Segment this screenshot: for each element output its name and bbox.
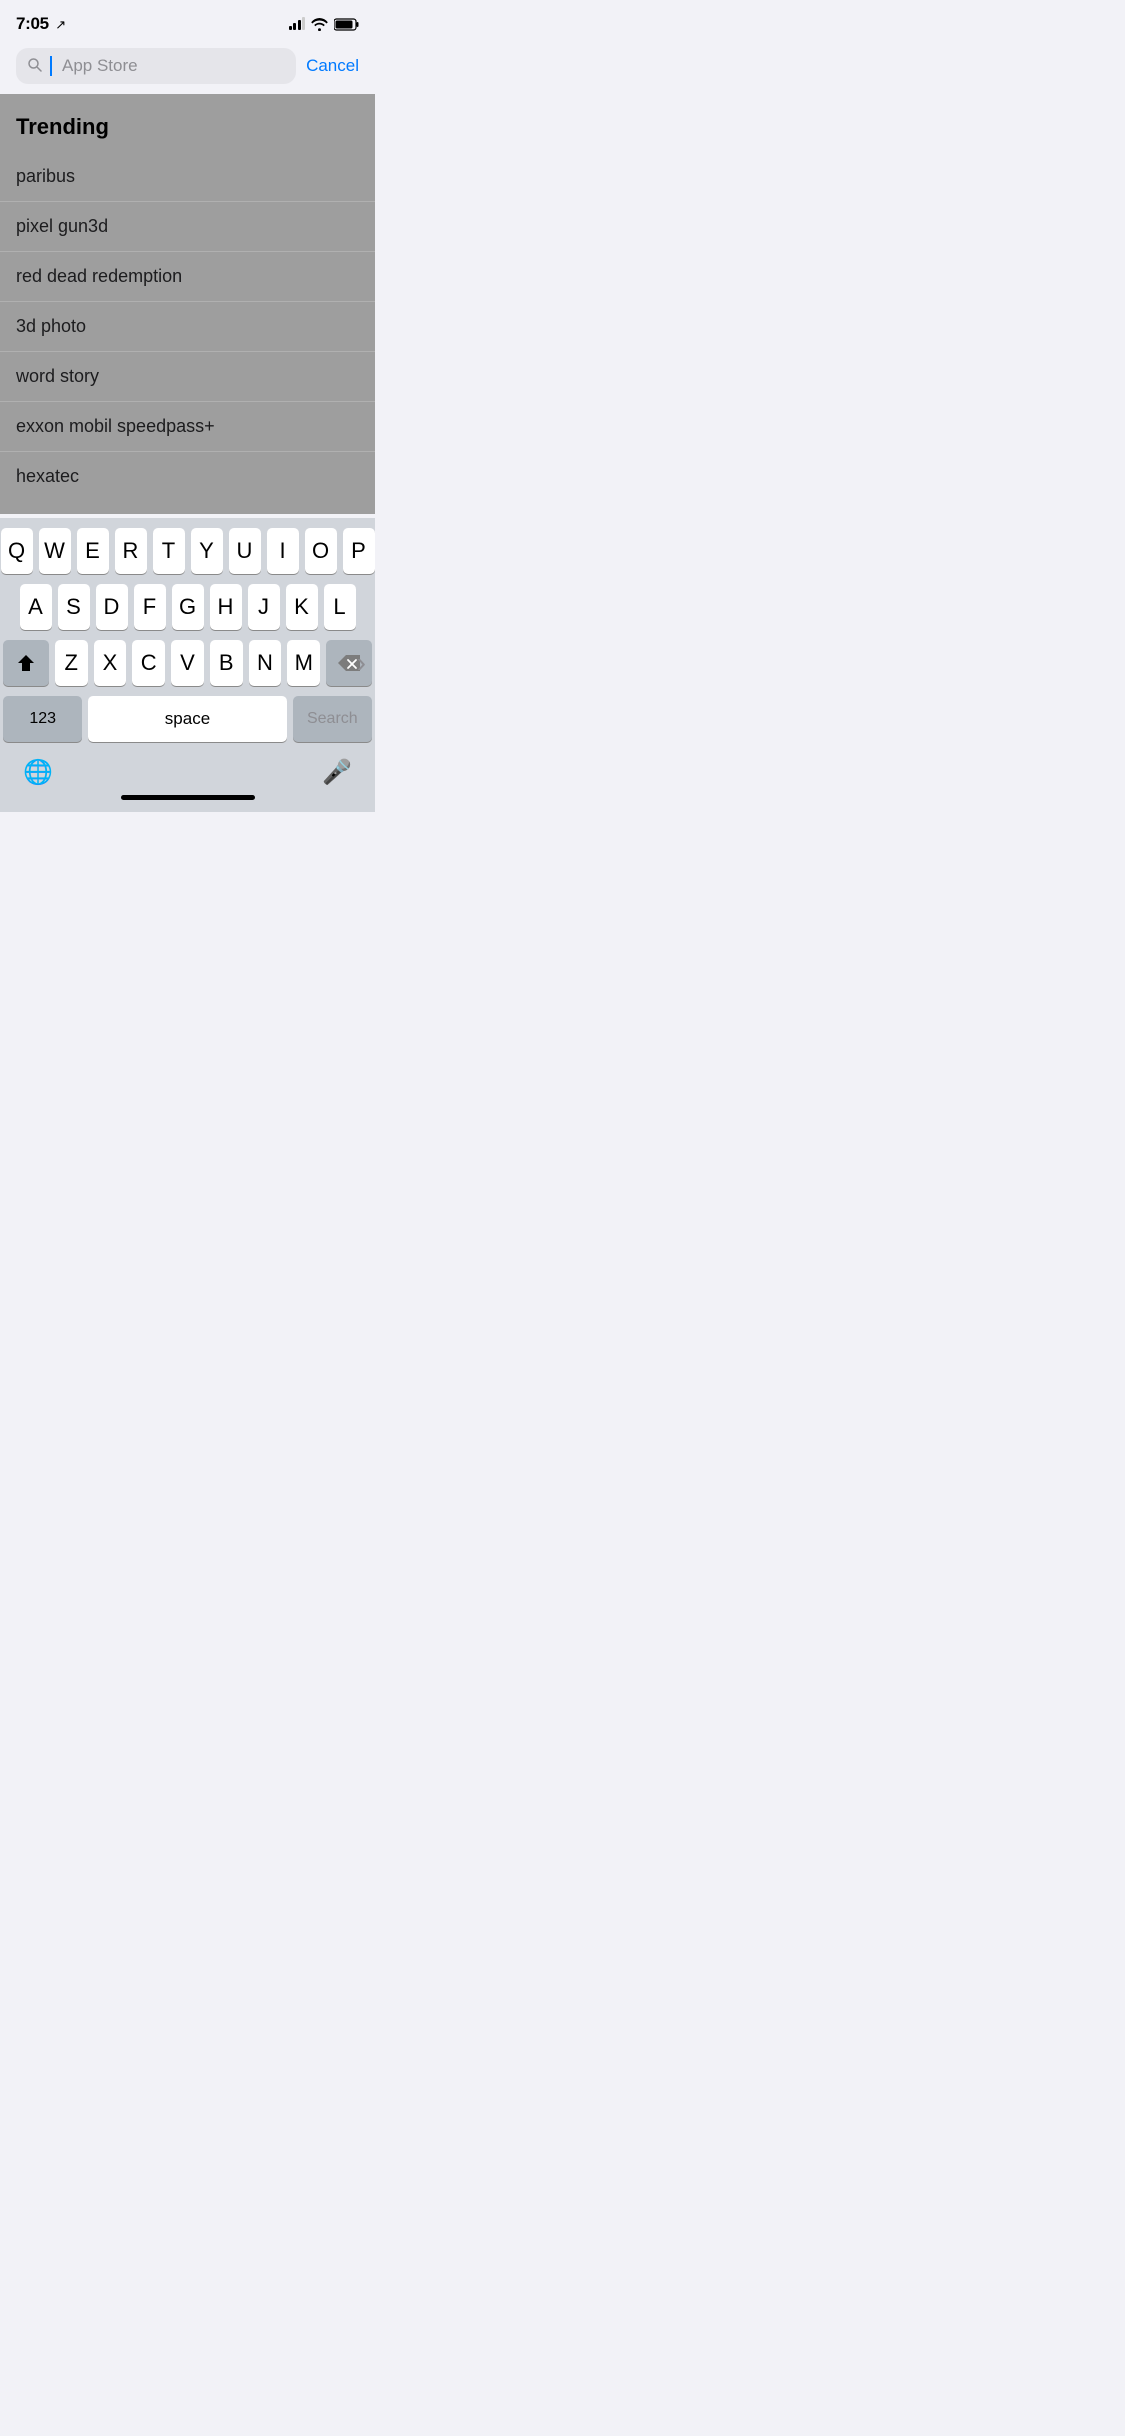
key-q[interactable]: Q [1, 528, 33, 574]
key-w[interactable]: W [39, 528, 71, 574]
key-z[interactable]: Z [55, 640, 88, 686]
location-icon: ↗ [55, 17, 66, 32]
key-a[interactable]: A [20, 584, 52, 630]
trending-list: paribus pixel gun3d red dead redemption … [0, 152, 375, 501]
key-i[interactable]: I [267, 528, 299, 574]
search-icon [28, 58, 42, 75]
keyboard-row-2: A S D F G H J K L [3, 584, 372, 630]
key-s[interactable]: S [58, 584, 90, 630]
list-item[interactable]: hexatec [0, 452, 375, 501]
mic-icon[interactable]: 🎤 [322, 758, 352, 787]
shift-key[interactable] [3, 640, 49, 686]
key-m[interactable]: M [287, 640, 320, 686]
status-left: 7:05 ↗ [16, 14, 66, 34]
list-item[interactable]: word story [0, 352, 375, 402]
search-bar-container: App Store Cancel [0, 40, 375, 94]
space-key[interactable]: space [88, 696, 286, 742]
num-key[interactable]: 123 [3, 696, 82, 742]
keyboard-row-3: Z X C V B N M › [3, 640, 372, 686]
list-item[interactable]: exxon mobil speedpass+ [0, 402, 375, 452]
cancel-button[interactable]: Cancel [306, 56, 359, 76]
list-item[interactable]: 3d photo [0, 302, 375, 352]
key-u[interactable]: U [229, 528, 261, 574]
key-d[interactable]: D [96, 584, 128, 630]
signal-icon [289, 18, 306, 30]
wifi-icon [311, 18, 328, 31]
list-item[interactable]: red dead redemption [0, 252, 375, 302]
bottom-extras: 🌐 🎤 [3, 752, 372, 795]
keyboard-row-1: Q W E R T Y U I O P [3, 528, 372, 574]
key-l[interactable]: L [324, 584, 356, 630]
key-y[interactable]: Y [191, 528, 223, 574]
trending-header: Trending [0, 94, 375, 152]
key-v[interactable]: V [171, 640, 204, 686]
status-time: 7:05 [16, 14, 49, 33]
chevron-right-icon: › [357, 647, 366, 679]
battery-icon [334, 18, 359, 31]
key-h[interactable]: H [210, 584, 242, 630]
key-r[interactable]: R [115, 528, 147, 574]
key-c[interactable]: C [132, 640, 165, 686]
key-g[interactable]: G [172, 584, 204, 630]
key-k[interactable]: K [286, 584, 318, 630]
globe-icon[interactable]: 🌐 [23, 758, 53, 787]
search-key[interactable]: Search [293, 696, 372, 742]
status-bar: 7:05 ↗ [0, 0, 375, 40]
key-t[interactable]: T [153, 528, 185, 574]
keyboard: Q W E R T Y U I O P A S D F G H J K L Z … [0, 518, 375, 812]
key-j[interactable]: J [248, 584, 280, 630]
search-placeholder: App Store [62, 56, 138, 76]
key-n[interactable]: N [249, 640, 282, 686]
list-item[interactable]: pixel gun3d [0, 202, 375, 252]
key-x[interactable]: X [94, 640, 127, 686]
status-icons [289, 18, 360, 31]
search-input-wrapper[interactable]: App Store [16, 48, 296, 84]
list-item[interactable]: paribus [0, 152, 375, 202]
key-e[interactable]: E [77, 528, 109, 574]
keyboard-row-4: 123 space Search [3, 696, 372, 742]
home-indicator [121, 795, 255, 800]
trending-section: Trending paribus pixel gun3d red dead re… [0, 94, 375, 514]
key-p[interactable]: P [343, 528, 375, 574]
key-o[interactable]: O [305, 528, 337, 574]
key-f[interactable]: F [134, 584, 166, 630]
key-b[interactable]: B [210, 640, 243, 686]
text-cursor [50, 56, 52, 76]
